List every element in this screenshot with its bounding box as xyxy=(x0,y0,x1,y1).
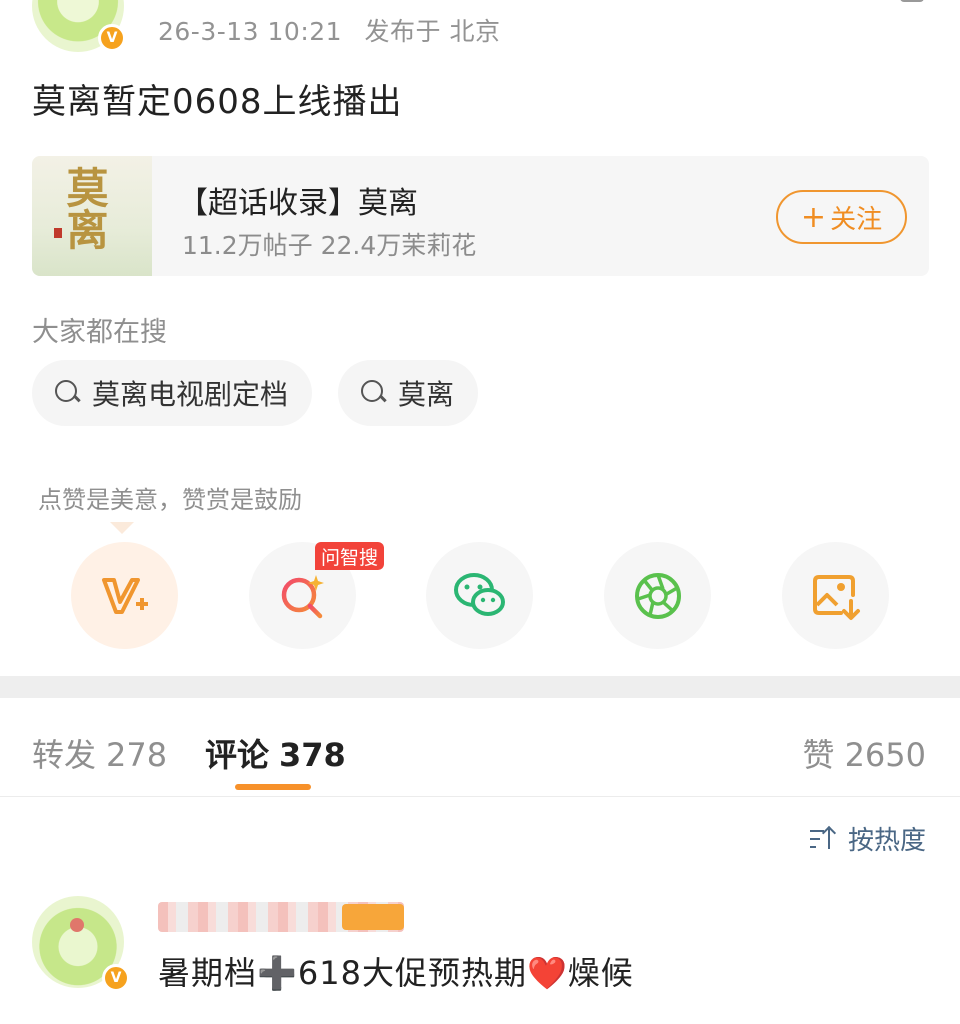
comment-avatar[interactable]: V xyxy=(32,896,130,992)
search-chip[interactable]: 莫离 xyxy=(338,360,479,426)
post-timestamp: 26-3-13 10:21 xyxy=(158,17,343,46)
comment-user-badge xyxy=(342,904,404,930)
avatar-cherry xyxy=(70,918,84,932)
follow-button[interactable]: + 关注 xyxy=(776,190,907,244)
sort-label: 按热度 xyxy=(847,826,926,856)
post-meta: 26-3-13 10:21 发布于 北京 xyxy=(158,12,500,48)
comment-text-part: 燥候 xyxy=(567,954,634,992)
post-avatar[interactable]: V xyxy=(32,0,126,52)
tab-like-label: 赞 xyxy=(802,736,835,774)
plus-icon: + xyxy=(800,199,827,235)
reward-icon xyxy=(101,577,148,614)
search-icon xyxy=(54,379,82,407)
tab-repost-label: 转发 xyxy=(32,736,97,774)
wechat-icon xyxy=(453,572,505,616)
share-moments-button[interactable] xyxy=(604,542,711,649)
tab-repost-count: 278 xyxy=(106,736,168,774)
post-text: 莫离暂定0608上线播出 xyxy=(32,82,403,122)
active-tab-indicator xyxy=(235,784,311,790)
topic-stats: 11.2万帖子 22.4万茉莉花 xyxy=(182,231,477,260)
sort-by-hot-button[interactable]: 按热度 xyxy=(809,820,926,857)
search-chip-label: 莫离电视剧定档 xyxy=(92,378,289,411)
search-heading: 大家都在搜 xyxy=(32,317,167,348)
tab-comment-label: 评论 xyxy=(205,736,270,774)
reward-button[interactable] xyxy=(71,542,178,649)
follow-label: 关注 xyxy=(830,204,883,235)
moments-icon xyxy=(634,572,681,619)
tabs-divider xyxy=(0,796,960,797)
tab-comment-count: 378 xyxy=(279,736,346,774)
topic-thumbnail-calligraphy: 莫离 xyxy=(60,166,109,250)
section-divider-band xyxy=(0,676,960,698)
reward-tip: 点赞是美意，赞赏是鼓励 xyxy=(38,486,302,514)
more-menu-icon[interactable] xyxy=(900,0,924,2)
ai-search-icon xyxy=(281,574,324,618)
heart-emoji-icon: ❤️ xyxy=(526,954,568,992)
topic-title: 【超话收录】莫离 xyxy=(178,186,418,221)
search-chip-label: 莫离 xyxy=(398,378,455,411)
post-location: 发布于 北京 xyxy=(364,17,501,46)
seal-icon xyxy=(54,228,62,238)
verified-badge-icon: V xyxy=(98,24,126,52)
topic-thumbnail: 莫离 xyxy=(32,156,152,276)
tab-like[interactable]: 赞 2650 xyxy=(803,730,926,776)
sort-icon xyxy=(809,827,836,851)
comment-text-part: 618大促预热期 xyxy=(297,954,527,992)
tab-comment[interactable]: 评论 378 xyxy=(205,730,346,776)
tab-repost[interactable]: 转发 278 xyxy=(32,730,167,776)
comment-text-part: 暑期档 xyxy=(158,954,258,992)
search-icon xyxy=(360,379,388,407)
topic-card[interactable]: 莫离 【超话收录】莫离 11.2万帖子 22.4万茉莉花 + 关注 xyxy=(32,156,929,276)
tip-caret xyxy=(110,522,134,534)
search-chip[interactable]: 莫离电视剧定档 xyxy=(32,360,313,426)
save-image-button[interactable] xyxy=(782,542,889,649)
tab-like-count: 2650 xyxy=(844,736,926,774)
share-wechat-button[interactable] xyxy=(426,542,533,649)
verified-badge-icon: V xyxy=(102,964,130,992)
save-image-icon xyxy=(812,574,860,620)
comment-text: 暑期档➕618大促预热期❤️燥候 xyxy=(158,948,634,994)
ai-search-badge: 问智搜 xyxy=(315,542,385,570)
plus-emoji-icon: ➕ xyxy=(257,954,298,992)
